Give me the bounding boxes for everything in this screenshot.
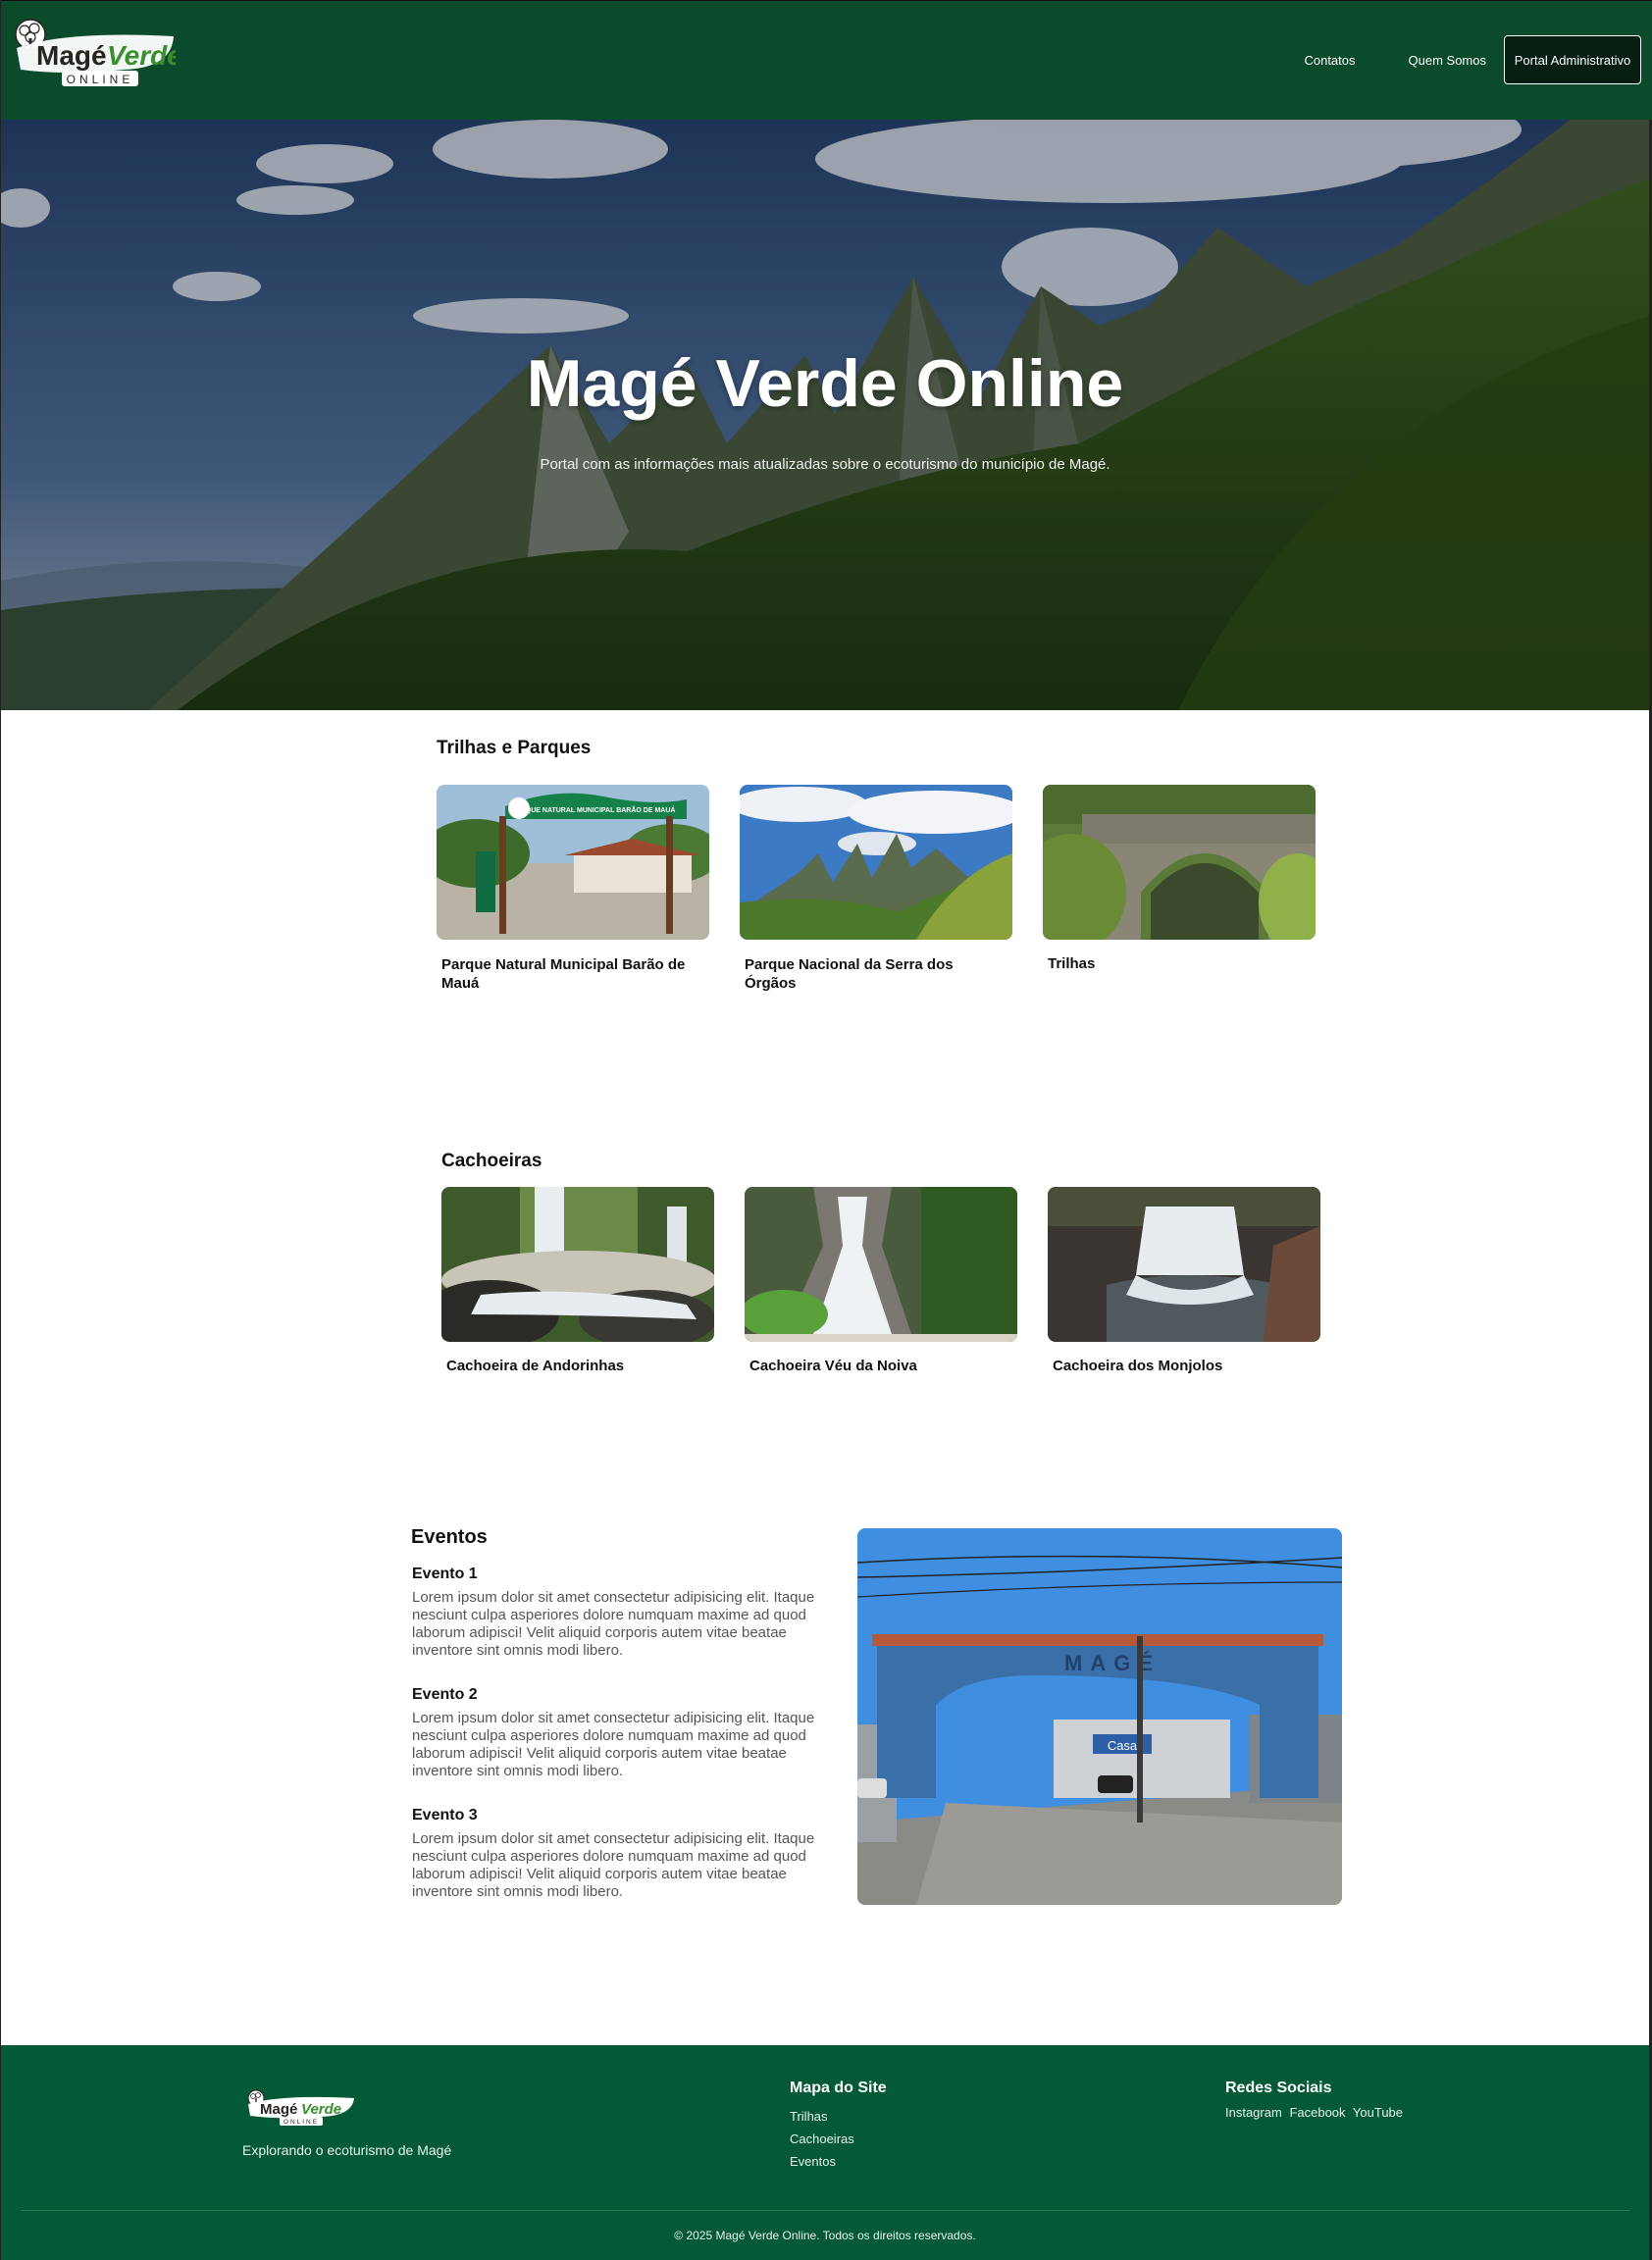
svg-text:Magé: Magé bbox=[36, 40, 107, 71]
footer-link-trilhas[interactable]: Trilhas bbox=[790, 2105, 887, 2128]
evento-item: Evento 3 Lorem ipsum dolor sit amet cons… bbox=[412, 1807, 844, 1901]
card-cachoeira-andorinhas[interactable]: Cachoeira de Andorinhas bbox=[441, 1187, 714, 1375]
svg-text:ONLINE: ONLINE bbox=[284, 2119, 319, 2126]
footer-link-cachoeiras[interactable]: Cachoeiras bbox=[790, 2128, 887, 2150]
portal-administrativo-button[interactable]: Portal Administrativo bbox=[1504, 35, 1641, 84]
evento-item: Evento 1 Lorem ipsum dolor sit amet cons… bbox=[412, 1566, 844, 1660]
hero-title: Magé Verde Online bbox=[526, 346, 1124, 421]
card-image-andorinhas bbox=[441, 1187, 714, 1342]
section-title-trilhas: Trilhas e Parques bbox=[437, 738, 592, 758]
card-caption: Cachoeira de Andorinhas bbox=[446, 1358, 625, 1374]
footer-tagline: Explorando o ecoturismo de Magé bbox=[242, 2142, 452, 2158]
main-nav: Contatos Quem Somos Portal Administrativ… bbox=[1304, 35, 1641, 84]
section-title-cachoeiras: Cachoeiras bbox=[441, 1151, 542, 1171]
site-header: Magé Verde ONLINE Contatos Quem Somos Po… bbox=[1, 0, 1652, 120]
card-image-serra-orgaos bbox=[740, 785, 1012, 940]
card-image-trilhas bbox=[1043, 785, 1316, 940]
card-caption: Parque Natural Municipal Barão de Mauá bbox=[441, 956, 686, 992]
svg-text:ONLINE: ONLINE bbox=[67, 73, 134, 86]
hero-banner: Magé Verde Online Portal com as informaç… bbox=[1, 120, 1649, 710]
evento-description: Lorem ipsum dolor sit amet consectetur a… bbox=[412, 1830, 815, 1900]
section-title-eventos: Eventos bbox=[411, 1526, 488, 1548]
svg-text:Verde: Verde bbox=[107, 40, 176, 71]
card-parque-serra-dos-orgaos[interactable]: Parque Nacional da Serra dos Órgãos bbox=[740, 785, 1012, 993]
card-image-parque-barao: PARQUE NATURAL MUNICIPAL BARÃO DE MAUÁ bbox=[437, 785, 709, 940]
card-caption: Parque Nacional da Serra dos Órgãos bbox=[745, 956, 954, 992]
card-image-veu-da-noiva bbox=[745, 1187, 1017, 1342]
svg-text:Verde: Verde bbox=[301, 2101, 341, 2118]
site-footer: Magé Verde ONLINE Explorando o ecoturism… bbox=[1, 2045, 1649, 2260]
nav-link-contatos[interactable]: Contatos bbox=[1304, 53, 1355, 68]
social-link-facebook[interactable]: Facebook bbox=[1289, 2105, 1345, 2120]
footer-divider bbox=[21, 2210, 1629, 2211]
card-trilhas[interactable]: Trilhas bbox=[1043, 785, 1316, 973]
footer-sitemap-title: Mapa do Site bbox=[790, 2080, 887, 2096]
evento-title: Evento 1 bbox=[412, 1566, 478, 1582]
footer-social: Redes Sociais Instagram Facebook YouTube bbox=[1225, 2080, 1407, 2120]
footer-logo[interactable]: Magé Verde ONLINE bbox=[242, 2086, 356, 2126]
hero-subtitle: Portal com as informações mais atualizad… bbox=[540, 456, 1110, 473]
footer-social-title: Redes Sociais bbox=[1225, 2080, 1332, 2096]
social-link-instagram[interactable]: Instagram bbox=[1225, 2105, 1282, 2120]
card-image-monjolos bbox=[1048, 1187, 1320, 1342]
svg-text:Casa: Casa bbox=[1108, 1738, 1138, 1753]
footer-link-eventos[interactable]: Eventos bbox=[790, 2150, 887, 2173]
svg-text:PARQUE NATURAL MUNICIPAL BARÃO: PARQUE NATURAL MUNICIPAL BARÃO DE MAUÁ bbox=[512, 805, 676, 814]
card-cachoeira-veu-da-noiva[interactable]: Cachoeira Véu da Noiva bbox=[745, 1187, 1017, 1375]
evento-title: Evento 2 bbox=[412, 1686, 478, 1703]
card-caption: Trilhas bbox=[1048, 955, 1096, 972]
eventos-image-portal-mage: Casa MAGÉ bbox=[857, 1528, 1342, 1905]
evento-title: Evento 3 bbox=[412, 1807, 478, 1823]
footer-copyright: © 2025 Magé Verde Online. Todos os direi… bbox=[674, 2229, 976, 2242]
card-parque-barao-de-maua[interactable]: PARQUE NATURAL MUNICIPAL BARÃO DE MAUÁ P… bbox=[437, 785, 709, 993]
evento-description: Lorem ipsum dolor sit amet consectetur a… bbox=[412, 1589, 815, 1659]
card-cachoeira-monjolos[interactable]: Cachoeira dos Monjolos bbox=[1048, 1187, 1320, 1375]
evento-item: Evento 2 Lorem ipsum dolor sit amet cons… bbox=[412, 1686, 844, 1780]
svg-text:Magé: Magé bbox=[260, 2101, 297, 2118]
evento-description: Lorem ipsum dolor sit amet consectetur a… bbox=[412, 1710, 815, 1779]
footer-sitemap: Mapa do Site Trilhas Cachoeiras Eventos bbox=[790, 2080, 887, 2173]
card-caption: Cachoeira dos Monjolos bbox=[1053, 1358, 1223, 1374]
svg-text:MAGÉ: MAGÉ bbox=[1064, 1651, 1161, 1675]
card-caption: Cachoeira Véu da Noiva bbox=[749, 1358, 917, 1374]
nav-link-quem-somos[interactable]: Quem Somos bbox=[1409, 53, 1486, 68]
social-link-youtube[interactable]: YouTube bbox=[1353, 2105, 1403, 2120]
site-logo[interactable]: Magé Verde ONLINE bbox=[7, 11, 176, 87]
